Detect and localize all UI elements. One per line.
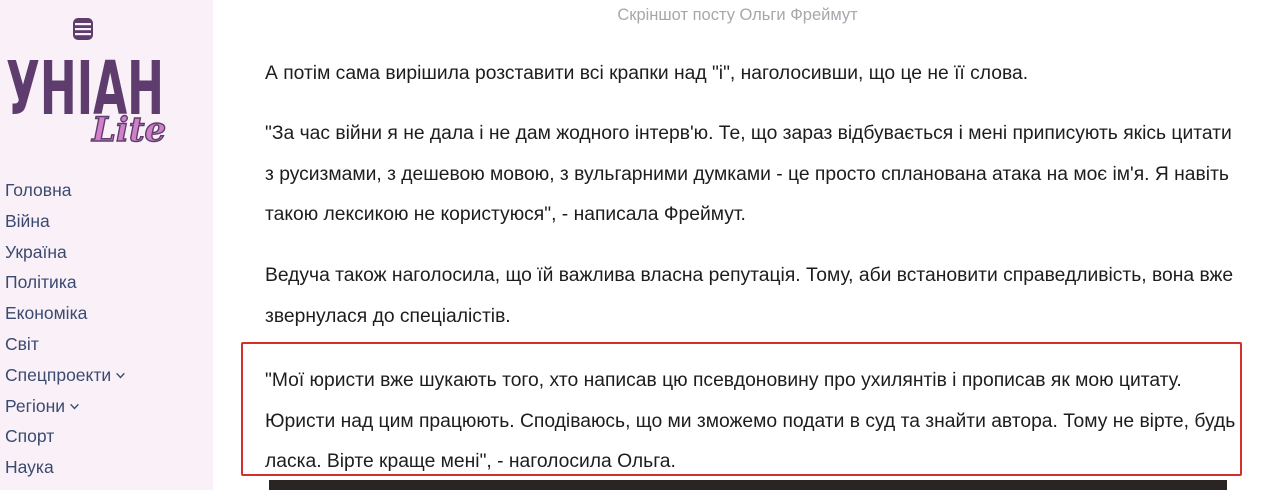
sidebar-item[interactable]: Спорт <box>5 426 126 457</box>
sidebar-item-label: Економіка <box>5 303 88 324</box>
sidebar-nav: Головна Війна Україна Політика Економіка Світ… <box>5 180 126 488</box>
sidebar-item-label: Наука <box>5 457 54 478</box>
article-paragraph: Ведуча також наголосила, що їй важлива в… <box>265 265 1234 327</box>
article-paragraph-quote-highlighted: "Мої юристи вже шукають того, хто написа… <box>265 370 1236 472</box>
sidebar-item-label: Головна <box>5 180 72 200</box>
sidebar-item[interactable]: Головна <box>5 180 126 211</box>
article-paragraph-quote: "За час війни я не дала і не дам жодного… <box>265 123 1232 225</box>
sidebar-item-label: Політика <box>5 272 77 293</box>
image-caption: Скріншот посту Ольги Фреймут <box>617 6 858 24</box>
sidebar-item[interactable]: Світ <box>5 334 126 365</box>
sidebar-item-label: Спорт <box>5 426 55 447</box>
unian-lite-logo[interactable]: УНІАН Lite <box>6 14 166 149</box>
sidebar-item[interactable]: Війна <box>5 211 126 242</box>
article-paragraph: А потім сама вирішила розставити всі кра… <box>265 63 1029 84</box>
microphone-icon <box>73 18 93 40</box>
chevron-down-icon[interactable] <box>69 401 80 412</box>
sidebar-item-label: Україна <box>5 241 67 262</box>
sidebar-item-label: Регіони <box>5 395 66 416</box>
logo-sub-text: Lite <box>91 110 166 149</box>
article-body: Скріншот посту Ольги Фреймут А потім сам… <box>213 0 1262 490</box>
sidebar-item[interactable]: Економіка <box>5 303 126 334</box>
sidebar-item[interactable]: Наука <box>5 457 126 488</box>
sidebar-item[interactable]: Політика <box>5 272 126 303</box>
article-image[interactable] <box>269 480 1227 490</box>
sidebar-item[interactable]: Україна <box>5 242 126 273</box>
sidebar-item-label: Світ <box>5 333 39 354</box>
sidebar-item-label: Війна <box>5 210 50 231</box>
sidebar-item[interactable]: Регіони <box>5 396 126 427</box>
sidebar-item[interactable]: Спецпроекти <box>5 365 126 396</box>
sidebar: УНІАН Lite Головна Війна Україна Політика Ек… <box>0 0 213 490</box>
chevron-down-icon[interactable] <box>115 370 126 381</box>
sidebar-item-label: Спецпроекти <box>5 364 112 385</box>
